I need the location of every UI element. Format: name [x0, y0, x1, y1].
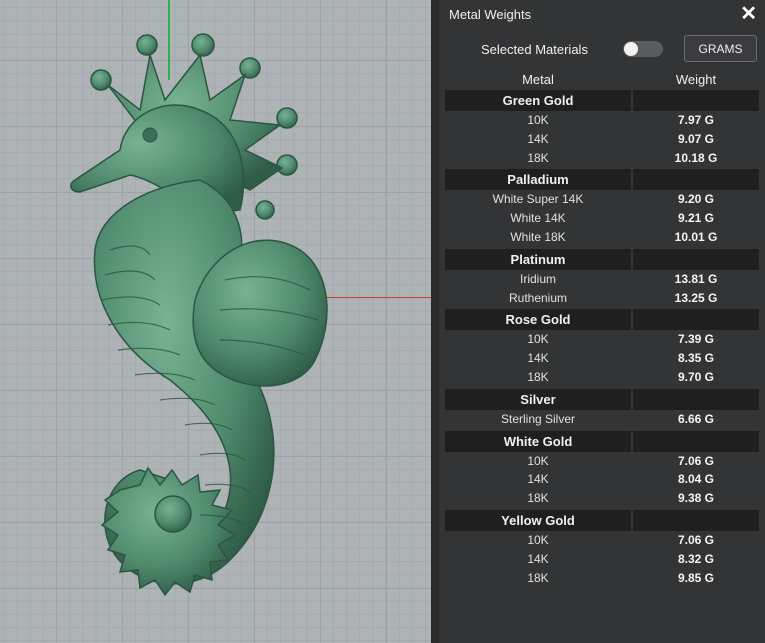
metal-name: 10K	[527, 453, 549, 468]
table-row: 14K 8.32 G	[445, 550, 759, 569]
table-row: 10K 7.06 G	[445, 531, 759, 550]
metal-name: 10K	[527, 332, 549, 347]
group-weight-blank	[633, 90, 759, 111]
close-icon[interactable]: ✕	[740, 2, 757, 26]
metal-group: Platinum Iridium 13.81 G Ruthenium 13.25 G	[445, 248, 759, 308]
metal-weight: 7.06 G	[677, 532, 715, 547]
panel-title: Metal Weights	[449, 7, 532, 22]
metal-name: 18K	[527, 369, 549, 384]
table-row: 14K 8.04 G	[445, 470, 759, 489]
metal-weight: 10.01 G	[674, 229, 718, 244]
table-row: White 14K 9.21 G	[445, 209, 759, 228]
table-row: 10K 7.39 G	[445, 330, 759, 349]
metal-group: Yellow Gold 10K 7.06 G 14K 8.32 G 18K 9.85 G	[445, 509, 759, 588]
metal-name: White Super 14K	[492, 192, 584, 207]
table-row: Sterling Silver 6.66 G	[445, 410, 759, 429]
table-row: Ruthenium 13.25 G	[445, 289, 759, 308]
metal-name: 18K	[527, 570, 549, 585]
group-header-row: Yellow Gold	[445, 509, 759, 531]
group-weight-blank	[633, 388, 759, 410]
table-row: 18K 9.85 G	[445, 569, 759, 588]
column-header-weight: Weight	[675, 72, 717, 87]
metal-weight: 9.85 G	[677, 570, 715, 585]
metal-group: Silver Sterling Silver 6.66 G	[445, 388, 759, 429]
metal-weight: 8.32 G	[677, 551, 715, 566]
metal-weights-table: Green Gold 10K 7.97 G 14K 9.07 G 18K 10.18 G Pa…	[445, 89, 759, 589]
table-row: 18K 9.38 G	[445, 489, 759, 508]
3d-viewport[interactable]	[0, 0, 431, 643]
metal-name: 14K	[527, 472, 549, 487]
table-row: White 18K 10.01 G	[445, 228, 759, 247]
group-name: Green Gold	[445, 90, 631, 111]
group-header-row: Rose Gold	[445, 309, 759, 331]
group-weight-blank	[633, 309, 759, 331]
group-name: Yellow Gold	[445, 509, 631, 531]
table-row: 14K 8.35 G	[445, 349, 759, 368]
table-row: White Super 14K 9.20 G	[445, 190, 759, 209]
metal-weight: 13.25 G	[674, 290, 718, 305]
group-name: White Gold	[445, 430, 631, 452]
table-row: 10K 7.97 G	[445, 111, 759, 130]
group-name: Palladium	[445, 169, 631, 191]
metal-name: Sterling Silver	[500, 411, 576, 426]
metal-weights-panel: Metal Weights ✕ Selected Materials GRAMS…	[439, 0, 765, 643]
table-row: 18K 9.70 G	[445, 368, 759, 387]
metal-name: 18K	[527, 150, 549, 165]
metal-name: 14K	[527, 351, 549, 366]
metal-group: Green Gold 10K 7.97 G 14K 9.07 G 18K 10.18 G	[445, 90, 759, 167]
metal-weight: 13.81 G	[674, 271, 718, 286]
metal-weight: 9.70 G	[677, 369, 715, 384]
group-header-row: Silver	[445, 388, 759, 410]
metal-name: Iridium	[519, 271, 556, 286]
metal-group: Palladium White Super 14K 9.20 G White 14K 9…	[445, 169, 759, 246]
selected-materials-label: Selected Materials	[481, 42, 588, 57]
table-row: 18K 10.18 G	[445, 149, 759, 168]
toggle-knob	[624, 42, 638, 56]
group-header-row: Green Gold	[445, 90, 759, 111]
column-header-metal: Metal	[522, 72, 554, 87]
group-header-row: Palladium	[445, 169, 759, 191]
group-weight-blank	[633, 169, 759, 191]
group-name: Rose Gold	[445, 309, 631, 331]
metal-weight: 6.66 G	[677, 411, 715, 426]
metal-weight: 10.18 G	[674, 150, 718, 165]
metal-weight: 8.04 G	[677, 472, 715, 487]
metal-name: White 14K	[510, 211, 566, 226]
metal-name: 14K	[527, 551, 549, 566]
seahorse-model[interactable]	[0, 0, 431, 643]
group-name: Platinum	[445, 248, 631, 270]
metal-group: Rose Gold 10K 7.39 G 14K 8.35 G 18K 9.70 G	[445, 309, 759, 386]
group-name: Silver	[445, 388, 631, 410]
metal-name: 18K	[527, 491, 549, 506]
panel-divider[interactable]	[431, 0, 439, 643]
table-row: Iridium 13.81 G	[445, 270, 759, 289]
group-weight-blank	[633, 248, 759, 270]
metal-weight: 9.38 G	[677, 491, 715, 506]
metal-weight: 9.07 G	[677, 131, 715, 146]
group-weight-blank	[633, 509, 759, 531]
selected-materials-toggle[interactable]	[623, 41, 663, 57]
group-weight-blank	[633, 430, 759, 452]
table-row: 14K 9.07 G	[445, 130, 759, 149]
metal-name: 14K	[527, 131, 549, 146]
metal-weight: 7.06 G	[677, 453, 715, 468]
table-row: 10K 7.06 G	[445, 452, 759, 471]
units-button[interactable]: GRAMS	[684, 35, 757, 62]
metal-weight: 7.97 G	[677, 113, 715, 127]
metal-weight: 8.35 G	[677, 351, 715, 366]
metal-name: Ruthenium	[508, 290, 568, 305]
metal-name: 10K	[527, 532, 549, 547]
metal-group: White Gold 10K 7.06 G 14K 8.04 G 18K 9.38 G	[445, 430, 759, 508]
group-header-row: White Gold	[445, 430, 759, 452]
metal-name: White 18K	[510, 229, 566, 244]
metal-weight: 9.20 G	[677, 192, 715, 207]
metal-weight: 9.21 G	[677, 211, 715, 226]
metal-name: 10K	[527, 113, 549, 127]
group-header-row: Platinum	[445, 248, 759, 270]
metal-weight: 7.39 G	[677, 332, 715, 347]
